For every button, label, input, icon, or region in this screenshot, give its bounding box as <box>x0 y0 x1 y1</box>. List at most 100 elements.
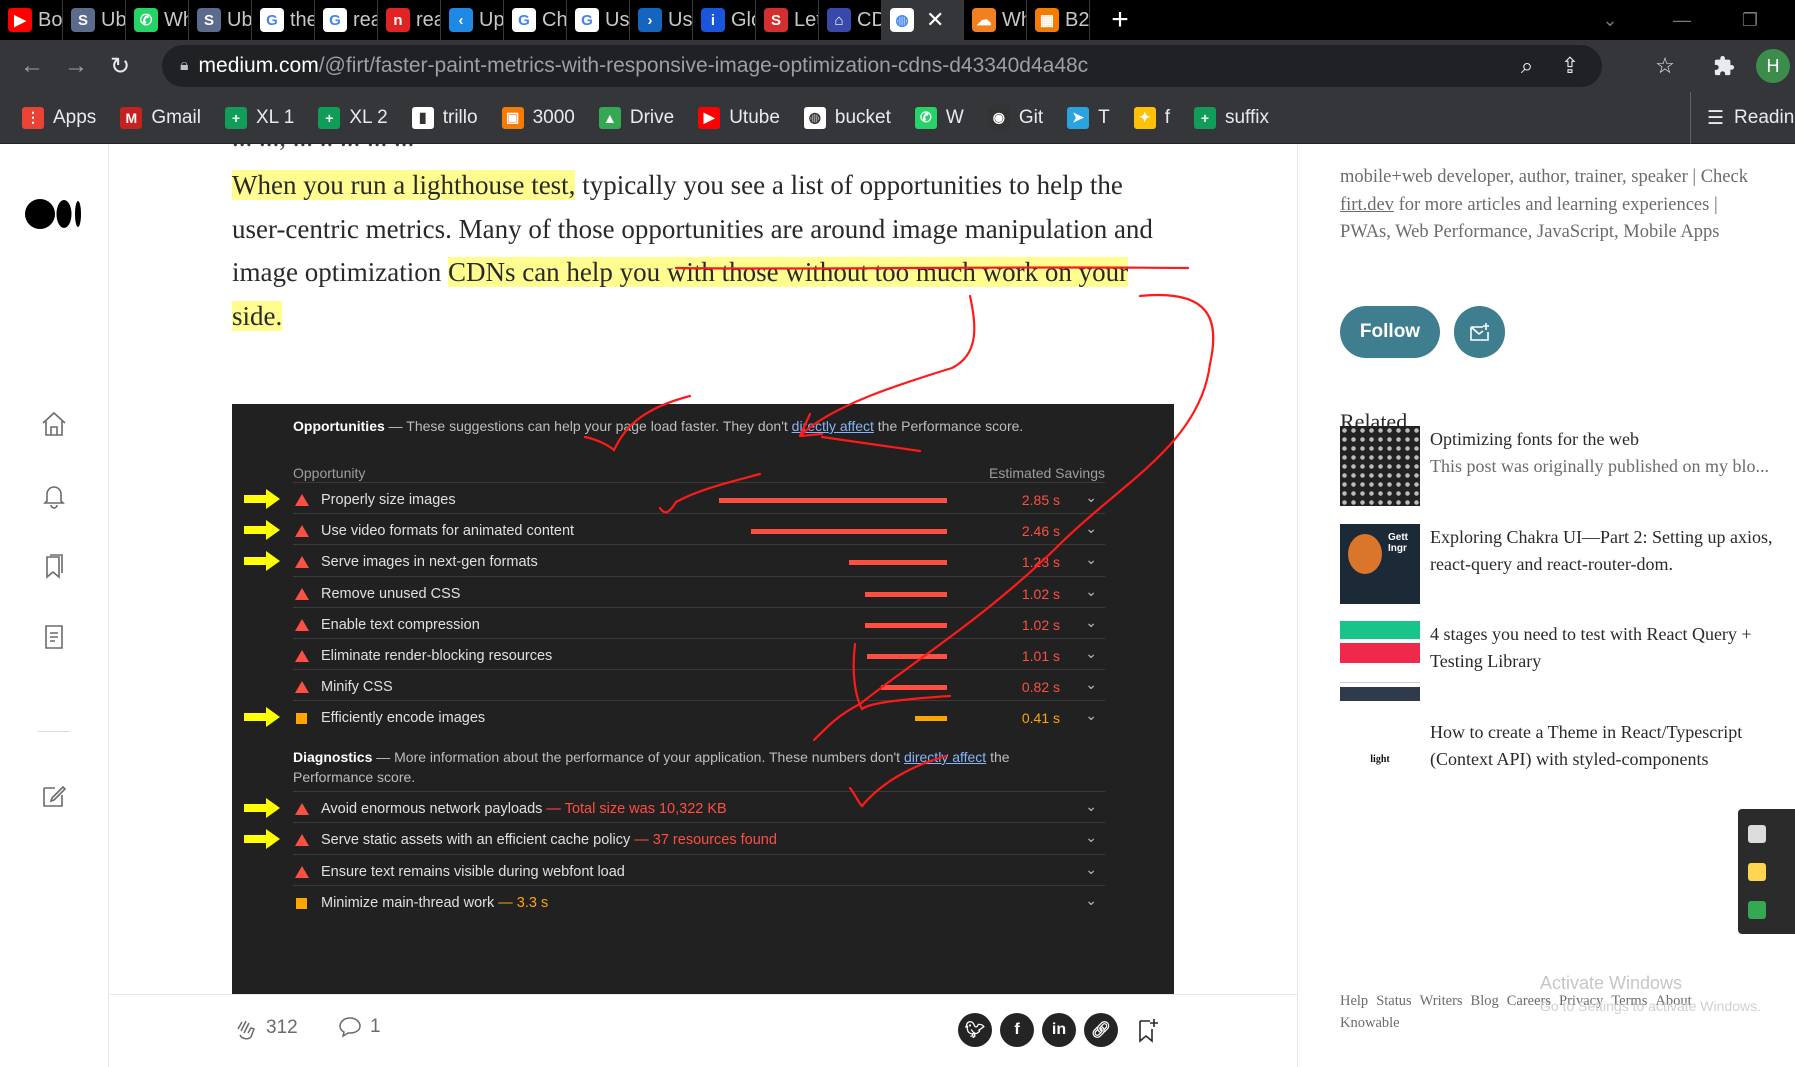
bookmark-item[interactable]: ✆ W <box>914 106 964 129</box>
copy-link-icon[interactable]: 🔗︎ <box>1084 1013 1118 1047</box>
diagnostic-row[interactable]: Minimize main-thread work — 3.3 s ⌄ <box>293 884 1105 920</box>
browser-tab[interactable]: ☁ Wh <box>964 0 1027 40</box>
author-website-link[interactable]: firt.dev <box>1340 195 1394 215</box>
bookmark-item[interactable]: ▮ trillo <box>411 106 478 129</box>
related-title[interactable]: How to create a Theme in React/Typescrip… <box>1430 722 1742 769</box>
diagnostic-row[interactable]: Serve static assets with an efficient ca… <box>293 822 1105 857</box>
diagnostic-row[interactable]: Avoid enormous network payloads — Total … <box>293 791 1105 826</box>
browser-tab[interactable]: i Glo <box>693 0 756 40</box>
linkedin-share-icon[interactable]: in <box>1042 1013 1076 1047</box>
browser-tab[interactable]: › Us <box>630 0 693 40</box>
browser-tab[interactable]: S Let <box>756 0 819 40</box>
lighthouse-screenshot[interactable]: Opportunities — These suggestions can he… <box>232 404 1174 994</box>
directly-affect-link[interactable]: directly affect <box>792 418 874 434</box>
browser-tab[interactable]: nrea <box>378 0 441 40</box>
browser-tab[interactable]: ▦ B2 <box>1027 0 1090 40</box>
address-bar[interactable]: 🔒︎ medium.com/@firt/faster-paint-metrics… <box>162 45 1602 87</box>
tab-search-icon[interactable]: ⌄ <box>1580 0 1640 40</box>
related-thumbnail[interactable]: light <box>1340 719 1420 799</box>
facebook-share-icon[interactable]: f <box>1000 1013 1034 1047</box>
browser-tab[interactable]: Gthe <box>252 0 315 40</box>
related-thumbnail[interactable] <box>1340 621 1420 701</box>
chevron-down-icon[interactable]: ⌄ <box>1085 645 1097 662</box>
related-article[interactable]: light How to create a Theme in React/Type… <box>1340 719 1790 803</box>
tab-close-icon[interactable]: ✕ <box>926 7 944 33</box>
notifications-bell-icon[interactable] <box>36 477 72 513</box>
related-thumbnail[interactable] <box>1340 426 1420 506</box>
tray-shield-icon[interactable] <box>1748 863 1766 881</box>
chevron-down-icon[interactable]: ⌄ <box>1085 551 1097 568</box>
twitter-share-icon[interactable]: 🐦︎ <box>958 1013 992 1047</box>
bookmark-item[interactable]: + suffix <box>1193 106 1269 129</box>
bookmark-item[interactable]: ▲ Drive <box>598 106 674 129</box>
stories-icon[interactable] <box>36 619 72 655</box>
opportunity-row[interactable]: Minify CSS 0.82 s ⌄ <box>293 669 1105 704</box>
follow-button[interactable]: Follow <box>1340 306 1440 358</box>
diagnostic-row[interactable]: Ensure text remains visible during webfo… <box>293 853 1105 889</box>
related-title[interactable]: Optimizing fonts for the web <box>1430 429 1639 449</box>
zoom-icon[interactable]: ⌕ <box>1507 45 1547 87</box>
related-title[interactable]: 4 stages you need to test with React Que… <box>1430 624 1752 671</box>
browser-tab[interactable]: ‹ Up <box>441 0 504 40</box>
forward-icon[interactable]: → <box>54 44 98 88</box>
tray-drive-icon[interactable] <box>1748 901 1766 919</box>
opportunity-row[interactable]: Serve images in next-gen formats 1.23 s ⌄ <box>293 544 1105 579</box>
extensions-puzzle-icon[interactable] <box>1703 45 1745 87</box>
chevron-down-icon[interactable]: ⌄ <box>1085 829 1097 846</box>
share-icon[interactable]: ⇪ <box>1550 45 1590 87</box>
footer-link[interactable]: Status <box>1376 993 1411 1009</box>
minimize-icon[interactable]: — <box>1652 0 1712 40</box>
opportunity-row[interactable]: Eliminate render-blocking resources 1.01 … <box>293 638 1105 673</box>
bookmark-item[interactable]: M Gmail <box>120 106 201 129</box>
browser-tab[interactable]: ▶ Boy <box>0 0 63 40</box>
bookmark-item[interactable]: ▣ 3000 <box>501 106 575 129</box>
related-thumbnail[interactable]: Gett Ingr <box>1340 524 1420 604</box>
bookmark-item[interactable]: + XL 1 <box>224 106 294 129</box>
tray-mouse-icon[interactable] <box>1748 825 1766 843</box>
opportunity-row[interactable]: Enable text compression 1.02 s ⌄ <box>293 606 1105 642</box>
chevron-down-icon[interactable]: ⌄ <box>1085 583 1097 600</box>
related-article[interactable]: Optimizing fonts for the web This post wa… <box>1340 426 1790 510</box>
browser-tab[interactable]: G Ch <box>504 0 567 40</box>
bookmark-item[interactable]: ◉ Git <box>987 106 1043 129</box>
opportunity-row[interactable]: Efficiently encode images 0.41 s ⌄ <box>293 700 1105 735</box>
browser-tab[interactable]: S Ub <box>63 0 126 40</box>
chevron-down-icon[interactable]: ⌄ <box>1085 614 1097 631</box>
reload-icon[interactable]: ↻ <box>98 44 142 88</box>
back-icon[interactable]: ← <box>10 44 54 88</box>
browser-tab[interactable]: ✆ Wh <box>126 0 189 40</box>
bookmark-item[interactable]: ✦ f <box>1133 106 1170 129</box>
bookmark-item[interactable]: ➤ T <box>1067 106 1110 129</box>
chevron-down-icon[interactable]: ⌄ <box>1085 676 1097 693</box>
subscribe-email-button[interactable] <box>1454 306 1505 358</box>
browser-tab[interactable]: G Us <box>567 0 630 40</box>
bookmark-item[interactable]: ◍ bucket <box>803 106 891 129</box>
chevron-down-icon[interactable]: ⌄ <box>1085 892 1097 909</box>
diagnostics-directly-affect-link[interactable]: directly affect <box>904 749 986 765</box>
related-article[interactable]: 4 stages you need to test with React Que… <box>1340 621 1790 705</box>
bookmark-star-icon[interactable]: ☆ <box>1644 45 1686 87</box>
comment-button[interactable]: 1 <box>338 1015 381 1039</box>
chevron-down-icon[interactable]: ⌄ <box>1085 861 1097 878</box>
home-icon[interactable] <box>36 406 72 442</box>
opportunity-row[interactable]: Remove unused CSS 1.02 s ⌄ <box>293 575 1105 611</box>
clap-button[interactable]: 312 <box>232 1015 298 1041</box>
save-bookmark-icon[interactable] <box>1136 1017 1160 1043</box>
profile-avatar[interactable]: H <box>1756 49 1790 83</box>
chevron-down-icon[interactable]: ⌄ <box>1085 520 1097 537</box>
chevron-down-icon[interactable]: ⌄ <box>1085 489 1097 506</box>
bookmarks-icon[interactable] <box>36 548 72 584</box>
footer-link[interactable]: Writers <box>1420 993 1463 1009</box>
bookmark-item[interactable]: ▶ Utube <box>698 106 780 129</box>
related-article[interactable]: Gett Ingr Exploring Chakra UI—Part 2: Sett… <box>1340 524 1790 608</box>
medium-logo[interactable] <box>25 198 83 230</box>
footer-link[interactable]: Help <box>1340 993 1368 1009</box>
footer-link[interactable]: Knowable <box>1340 1015 1400 1031</box>
write-icon[interactable] <box>36 778 72 814</box>
browser-tab[interactable]: ⌂ CD <box>819 0 882 40</box>
new-tab-button[interactable]: + <box>1090 0 1150 40</box>
related-title[interactable]: Exploring Chakra UI—Part 2: Setting up a… <box>1430 527 1772 574</box>
bookmark-item[interactable]: ⋮ Apps <box>22 106 96 129</box>
highlight-1[interactable]: When you run a lighthouse test, <box>232 170 576 200</box>
browser-tab[interactable]: ◍ ✕ <box>882 0 964 40</box>
